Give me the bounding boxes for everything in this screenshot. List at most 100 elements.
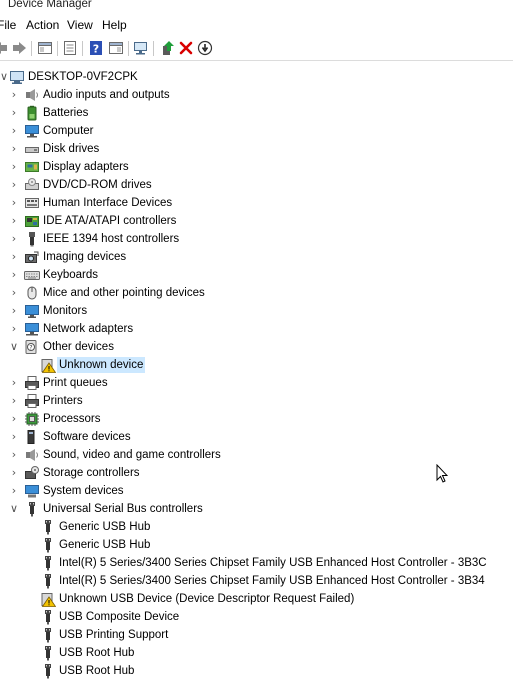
tree-category-audio-inputs-and-outputs[interactable]: › Audio inputs and outputs bbox=[0, 86, 513, 104]
chevron-right-icon[interactable]: › bbox=[8, 106, 20, 120]
chevron-right-icon[interactable]: › bbox=[8, 484, 20, 498]
monitor-icon bbox=[25, 305, 39, 318]
chevron-right-icon[interactable]: › bbox=[8, 412, 20, 426]
tree-category-dvd-cd-rom-drives[interactable]: › DVD/CD-ROM drives bbox=[0, 176, 513, 194]
tree-category-ide-ata-atapi-controllers[interactable]: › IDE ATA/ATAPI controllers bbox=[0, 212, 513, 230]
tree-category-mice-and-other-pointing-devices[interactable]: › Mice and other pointing devices bbox=[0, 284, 513, 302]
processor-icon bbox=[25, 412, 39, 426]
tree-category-disk-drives[interactable]: › Disk drives bbox=[0, 140, 513, 158]
disable-device-icon[interactable] bbox=[197, 40, 213, 56]
tree-item-label: Software devices bbox=[43, 431, 131, 443]
chevron-right-icon[interactable]: › bbox=[8, 304, 20, 318]
tree-device[interactable]: Intel(R) 5 Series/3400 Series Chipset Fa… bbox=[0, 554, 513, 572]
chevron-right-icon[interactable]: › bbox=[8, 214, 20, 228]
tree-item-label: Disk drives bbox=[43, 143, 100, 155]
chevron-right-icon[interactable]: › bbox=[8, 286, 20, 300]
tree-item-label: Processors bbox=[43, 413, 101, 425]
chevron-right-icon[interactable]: › bbox=[8, 124, 20, 138]
tree-category-imaging-devices[interactable]: › Imaging devices bbox=[0, 248, 513, 266]
toolbar-separator bbox=[153, 41, 154, 56]
show-hide-console-tree-icon[interactable] bbox=[37, 40, 53, 56]
tree-device[interactable]: USB Composite Device bbox=[0, 608, 513, 626]
tree-category-universal-serial-bus-controllers[interactable]: ∨ Universal Serial Bus controllers bbox=[0, 500, 513, 518]
tree-category-network-adapters[interactable]: › Network adapters bbox=[0, 320, 513, 338]
menu-bar: File Action View Help bbox=[0, 14, 513, 35]
tree-item-label: Printers bbox=[43, 395, 83, 407]
usb-icon bbox=[45, 628, 51, 643]
toolbar: ? bbox=[0, 37, 513, 61]
keyboard-icon bbox=[24, 271, 40, 280]
uninstall-device-icon[interactable] bbox=[178, 40, 194, 56]
tree-category-software-devices[interactable]: › Software devices bbox=[0, 428, 513, 446]
tree-item-label: Audio inputs and outputs bbox=[43, 89, 170, 101]
menu-action[interactable]: Action bbox=[26, 17, 59, 33]
forward-icon[interactable] bbox=[12, 40, 28, 56]
tree-device[interactable]: Generic USB Hub bbox=[0, 518, 513, 536]
battery-icon bbox=[27, 105, 37, 121]
update-driver-icon[interactable] bbox=[160, 40, 176, 56]
chevron-right-icon[interactable]: › bbox=[8, 196, 20, 210]
tree-device[interactable]: Unknown USB Device (Device Descriptor Re… bbox=[0, 590, 513, 608]
display-adapter-icon bbox=[25, 162, 39, 172]
tree-category-print-queues[interactable]: › Print queues bbox=[0, 374, 513, 392]
tree-device[interactable]: USB Root Hub bbox=[0, 644, 513, 662]
menu-view[interactable]: View bbox=[67, 17, 93, 33]
tree-device[interactable]: Unknown device bbox=[0, 356, 513, 374]
chevron-right-icon[interactable]: › bbox=[8, 376, 20, 390]
tree-item-label: Mice and other pointing devices bbox=[43, 287, 205, 299]
mouse-cursor-icon bbox=[436, 464, 448, 483]
tree-item-label: Monitors bbox=[43, 305, 88, 317]
tree-category-human-interface-devices[interactable]: › Human Interface Devices bbox=[0, 194, 513, 212]
tree-category-monitors[interactable]: › Monitors bbox=[0, 302, 513, 320]
computer-root-icon bbox=[10, 71, 24, 84]
hid-icon bbox=[25, 198, 39, 208]
tree-root[interactable]: ∨ DESKTOP-0VF2CPK bbox=[0, 68, 513, 86]
chevron-right-icon[interactable]: › bbox=[8, 268, 20, 282]
chevron-right-icon[interactable]: › bbox=[8, 322, 20, 336]
tree-item-label: DVD/CD-ROM drives bbox=[43, 179, 152, 191]
chevron-right-icon[interactable]: › bbox=[8, 250, 20, 264]
tree-device[interactable]: USB Printing Support bbox=[0, 626, 513, 644]
show-action-pane-icon[interactable] bbox=[108, 40, 124, 56]
chevron-right-icon[interactable]: › bbox=[8, 232, 20, 246]
tree-category-computer[interactable]: › Computer bbox=[0, 122, 513, 140]
usb-icon bbox=[45, 610, 51, 625]
chevron-right-icon[interactable]: › bbox=[8, 160, 20, 174]
usb-icon bbox=[45, 664, 51, 679]
tree-category-system-devices[interactable]: › System devices bbox=[0, 482, 513, 500]
device-tree[interactable]: ∨ DESKTOP-0VF2CPK › Audio inputs and output… bbox=[0, 68, 513, 679]
tree-item-label: Keyboards bbox=[43, 269, 98, 281]
chevron-right-icon[interactable]: › bbox=[8, 142, 20, 156]
usb-icon bbox=[45, 556, 51, 571]
chevron-right-icon[interactable]: › bbox=[8, 448, 20, 462]
back-icon[interactable] bbox=[0, 40, 8, 56]
tree-device[interactable]: Intel(R) 5 Series/3400 Series Chipset Fa… bbox=[0, 572, 513, 590]
tree-category-printers[interactable]: › Printers bbox=[0, 392, 513, 410]
help-icon[interactable]: ? bbox=[88, 40, 104, 56]
tree-category-keyboards[interactable]: › Keyboards bbox=[0, 266, 513, 284]
chevron-right-icon[interactable]: › bbox=[8, 466, 20, 480]
properties-icon[interactable] bbox=[62, 40, 78, 56]
tree-category-other-devices[interactable]: ∨? Other devices bbox=[0, 338, 513, 356]
chevron-right-icon[interactable]: › bbox=[8, 178, 20, 192]
chevron-right-icon[interactable]: › bbox=[8, 394, 20, 408]
tree-category-batteries[interactable]: › Batteries bbox=[0, 104, 513, 122]
menu-file[interactable]: File bbox=[0, 17, 16, 33]
chevron-down-icon[interactable]: ∨ bbox=[8, 340, 20, 354]
disk-drive-icon bbox=[25, 147, 39, 153]
tree-category-sound-video-and-game-controllers[interactable]: › Sound, video and game controllers bbox=[0, 446, 513, 464]
scan-hardware-changes-icon[interactable] bbox=[133, 40, 149, 56]
mouse-icon bbox=[27, 286, 37, 300]
chevron-right-icon[interactable]: › bbox=[8, 88, 20, 102]
chevron-down-icon[interactable]: ∨ bbox=[8, 502, 20, 516]
tree-item-label: Universal Serial Bus controllers bbox=[43, 503, 203, 515]
tree-device[interactable]: USB Root Hub bbox=[0, 662, 513, 680]
tree-category-display-adapters[interactable]: › Display adapters bbox=[0, 158, 513, 176]
tree-device[interactable]: Generic USB Hub bbox=[0, 536, 513, 554]
tree-category-processors[interactable]: › Processors bbox=[0, 410, 513, 428]
usb-icon bbox=[45, 646, 51, 661]
tree-category-ieee-1394-host-controllers[interactable]: › IEEE 1394 host controllers bbox=[0, 230, 513, 248]
chevron-right-icon[interactable]: › bbox=[8, 430, 20, 444]
menu-help[interactable]: Help bbox=[102, 17, 127, 33]
window-title: Device Manager bbox=[8, 0, 92, 10]
